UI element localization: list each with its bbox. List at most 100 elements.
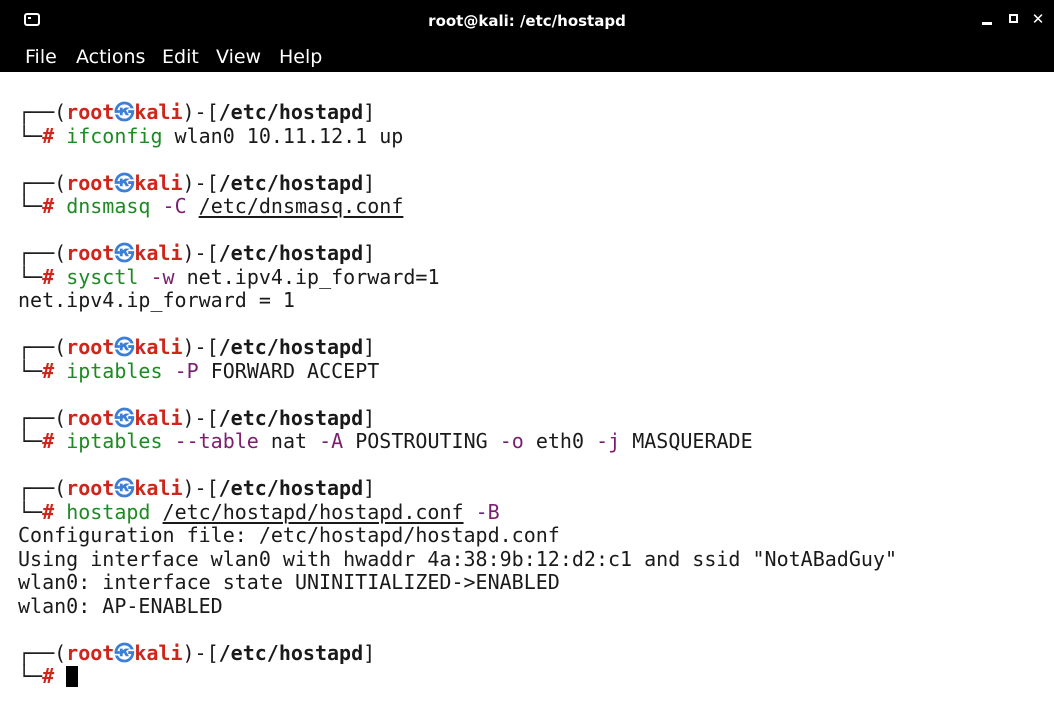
- command-token: -P: [174, 358, 199, 383]
- prompt-line: ┌──(root㉿kali)-[/etc/hostapd]: [18, 101, 375, 124]
- command-token: -w: [150, 264, 175, 289]
- command-line: └─# hostapd /etc/hostapd/hostapd.conf -B: [18, 499, 500, 524]
- prompt-line: ┌──(root㉿kali)-[/etc/hostapd]: [18, 336, 375, 359]
- prompt-bracket: )-[: [182, 335, 219, 359]
- output-text: wlan0: interface state UNINITIALIZED->EN…: [18, 570, 560, 594]
- command-token: iptables: [66, 358, 163, 383]
- command-token: /etc/dnsmasq.conf: [198, 194, 404, 218]
- prompt-path: /etc/hostapd: [218, 476, 364, 500]
- output-text: Configuration file: /etc/hostapd/hostapd…: [18, 523, 560, 547]
- prompt-path: /etc/hostapd: [218, 100, 364, 124]
- prompt-bracket: ]: [363, 640, 376, 665]
- prompt-line: ┌──(root㉿kali)-[/etc/hostapd]: [18, 170, 375, 195]
- output-line: Using interface wlan0 with hwaddr 4a:38:…: [18, 547, 897, 571]
- command-token: -A: [319, 429, 344, 453]
- prompt-corner-bottom: └─: [18, 499, 43, 524]
- prompt-corner-bottom: └─: [18, 123, 43, 148]
- prompt-separator-icon: ㉿: [114, 241, 135, 265]
- command-token: /etc/hostapd/hostapd.conf: [162, 499, 464, 524]
- prompt-bracket: )-[: [182, 640, 219, 665]
- command-token: --table: [174, 429, 259, 453]
- menu-view[interactable]: View: [216, 46, 261, 68]
- prompt-corner-bottom: └─: [18, 264, 43, 289]
- prompt-corner-top: ┌──(: [18, 100, 67, 124]
- prompt-separator-icon: ㉿: [114, 170, 135, 195]
- prompt-hash: #: [42, 194, 55, 218]
- command-token: POSTROUTING: [343, 429, 500, 453]
- prompt-corner-top: ┌──(: [18, 476, 67, 500]
- prompt-corner-bottom: └─: [18, 429, 43, 453]
- prompt-user: root: [66, 476, 115, 500]
- maximize-icon: [1009, 14, 1018, 23]
- prompt-bracket: ]: [363, 241, 376, 265]
- prompt-bracket: )-[: [182, 100, 219, 124]
- prompt-hash: #: [42, 123, 55, 148]
- command-line: └─# dnsmasq -C /etc/dnsmasq.conf: [18, 195, 403, 218]
- prompt-corner-bottom: └─: [18, 194, 43, 218]
- prompt-host: kali: [134, 241, 183, 265]
- prompt-bracket: ]: [363, 100, 376, 124]
- prompt-line: ┌──(root㉿kali)-[/etc/hostapd]: [18, 405, 376, 430]
- prompt-path: /etc/hostapd: [218, 241, 364, 265]
- prompt-corner-top: ┌──(: [18, 335, 67, 359]
- output-text: wlan0: AP-ENABLED: [18, 593, 223, 618]
- prompt-separator-icon: ㉿: [114, 100, 135, 124]
- menu-edit[interactable]: Edit: [162, 46, 199, 68]
- prompt-bracket: )-[: [182, 241, 219, 265]
- prompt-corner-top: ┌──(: [18, 405, 67, 430]
- menu-file[interactable]: File: [25, 46, 57, 68]
- command-token: [163, 359, 175, 383]
- close-button[interactable]: ✕: [1027, 8, 1049, 30]
- prompt-hash: #: [42, 264, 55, 289]
- prompt-separator-icon: ㉿: [114, 405, 135, 430]
- prompt-host: kali: [134, 170, 183, 195]
- prompt-line: ┌──(root㉿kali)-[/etc/hostapd]: [18, 640, 376, 665]
- command-token: dnsmasq: [66, 194, 151, 218]
- command-token: MASQUERADE: [620, 429, 753, 453]
- menu-actions[interactable]: Actions: [76, 46, 145, 68]
- command-token: sysctl: [66, 264, 139, 289]
- prompt-host: kali: [134, 476, 183, 500]
- prompt-hash: #: [42, 499, 55, 524]
- prompt-bracket: )-[: [182, 405, 219, 430]
- prompt-user: root: [66, 241, 115, 265]
- minimize-icon: [982, 22, 992, 25]
- maximize-button[interactable]: [1003, 8, 1025, 30]
- prompt-line: ┌──(root㉿kali)-[/etc/hostapd]: [18, 242, 375, 265]
- prompt-bracket: ]: [363, 405, 376, 430]
- command-token: FORWARD ACCEPT: [198, 358, 380, 383]
- command-token: [163, 429, 175, 453]
- prompt-hash: #: [42, 664, 55, 688]
- command-line: └─#: [18, 664, 79, 688]
- prompt-user: root: [66, 405, 115, 430]
- terminal-window: root@kali: /etc/hostapd ✕ File Actions E…: [0, 0, 1054, 719]
- title-bar[interactable]: root@kali: /etc/hostapd ✕: [0, 0, 1054, 42]
- minimize-button[interactable]: [976, 8, 998, 30]
- output-line: wlan0: AP-ENABLED: [18, 593, 223, 618]
- command-token: [138, 265, 150, 289]
- command-token: ifconfig: [66, 123, 163, 148]
- command-token: eth0: [523, 429, 597, 453]
- prompt-corner-top: ┌──(: [18, 640, 67, 665]
- command-token: [464, 500, 476, 524]
- command-token: -B: [475, 499, 500, 524]
- command-token: wlan0 10.11.12.1 up: [162, 123, 404, 148]
- window-title: root@kali: /etc/hostapd: [428, 12, 626, 30]
- command-line: └─# ifconfig wlan0 10.11.12.1 up: [18, 123, 404, 148]
- prompt-host: kali: [134, 640, 183, 665]
- prompt-path: /etc/hostapd: [218, 405, 364, 430]
- terminal-output[interactable]: ┌──(root㉿kali)-[/etc/hostapd] └─# ifconfi…: [0, 72, 1054, 719]
- command-line: └─# iptables -P FORWARD ACCEPT: [18, 358, 380, 383]
- menu-help[interactable]: Help: [279, 46, 322, 68]
- prompt-user: root: [66, 640, 115, 665]
- command-token: [187, 194, 199, 218]
- command-token: -C: [162, 194, 187, 218]
- prompt-line: ┌──(root㉿kali)-[/etc/hostapd]: [18, 477, 375, 500]
- prompt-path: /etc/hostapd: [218, 335, 364, 359]
- prompt-corner-bottom: └─: [18, 358, 43, 383]
- prompt-host: kali: [134, 405, 183, 430]
- prompt-separator-icon: ㉿: [114, 476, 135, 500]
- prompt-bracket: ]: [363, 476, 376, 500]
- prompt-bracket: )-[: [182, 170, 219, 195]
- command-line: └─# sysctl -w net.ipv4.ip_forward=1: [18, 264, 439, 289]
